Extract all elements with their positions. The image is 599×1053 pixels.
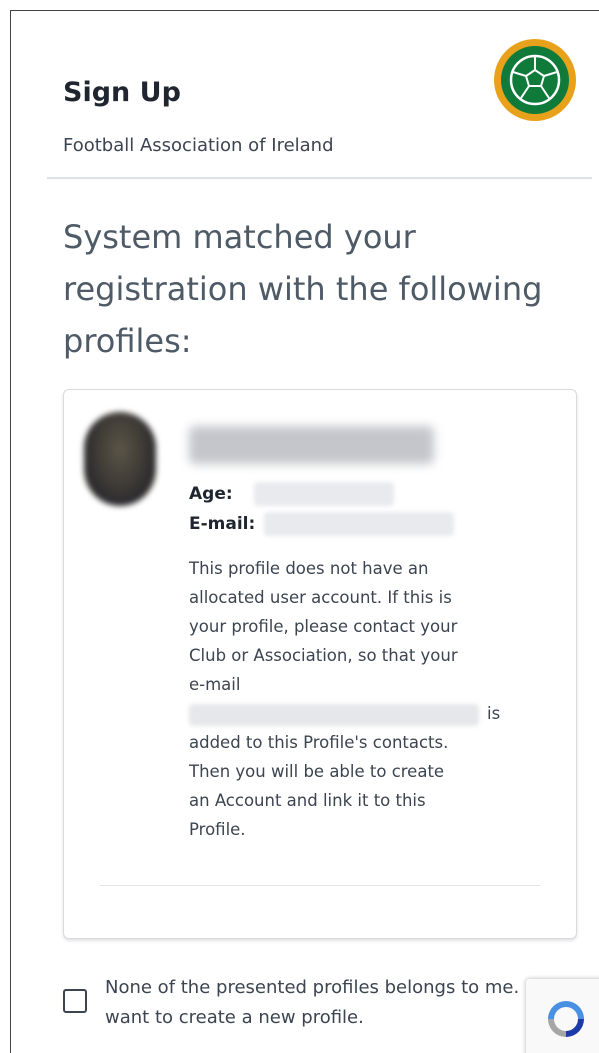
- email-label: E-mail:: [189, 514, 256, 534]
- signup-screen: Sign Up Football Association of Ireland …: [10, 10, 599, 1053]
- organization-name: Football Association of Ireland: [63, 135, 334, 156]
- recaptcha-icon[interactable]: [526, 979, 599, 1053]
- description-line: your profile, please contact your: [189, 617, 458, 636]
- new-profile-checkbox-label[interactable]: None of the presented profiles belongs t…: [105, 973, 545, 1033]
- new-profile-checkbox[interactable]: [63, 989, 87, 1013]
- description-line: Profile.: [189, 820, 246, 839]
- description-line: e-mail: [189, 675, 241, 694]
- email-value-redacted: [264, 512, 454, 536]
- avatar: [84, 412, 156, 506]
- description-line: added to this Profile's contacts.: [189, 733, 449, 752]
- description-line: an Account and link it to this: [189, 791, 426, 810]
- page-title: Sign Up: [63, 77, 181, 108]
- profile-name-redacted: [189, 426, 434, 464]
- description-is-text: is: [487, 704, 501, 723]
- profile-card: Age: E-mail: This profile does not have …: [63, 389, 577, 939]
- user-email-redacted: [189, 703, 479, 726]
- description-line-email: is: [189, 699, 534, 728]
- description-line: Club or Association, so that your: [189, 646, 458, 665]
- description-line: allocated user account. If this is: [189, 588, 452, 607]
- match-heading: System matched your registration with th…: [63, 218, 543, 360]
- card-divider: [100, 885, 540, 886]
- header: Sign Up Football Association of Ireland: [11, 11, 599, 179]
- age-value-redacted: [254, 482, 394, 506]
- profile-description: This profile does not have an allocated …: [189, 554, 534, 844]
- header-divider: [47, 177, 592, 179]
- fai-crest-icon: [494, 39, 576, 121]
- description-line: Then you will be able to create: [189, 762, 445, 781]
- description-line: This profile does not have an: [189, 559, 429, 578]
- age-label: Age:: [189, 484, 233, 504]
